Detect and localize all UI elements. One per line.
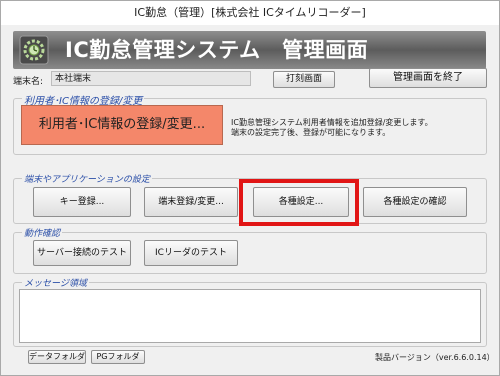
version-label: 製品バージョン（ver.6.6.0.14） xyxy=(375,353,495,362)
data-folder-button[interactable]: データフォルダ xyxy=(28,350,86,364)
punch-screen-button[interactable]: 打刻画面 xyxy=(273,71,335,88)
registration-description: IC勤怠管理システム利用者情報を追加登録/変更します。 端末の設定完了後、登録が… xyxy=(231,118,433,138)
message-area[interactable] xyxy=(19,289,481,343)
window-title: IC勤怠（管理）[株式会社 ICタイムリコーダー] xyxy=(1,1,499,25)
terminal-registration-button[interactable]: 端末登録/変更... xyxy=(144,187,238,217)
pg-folder-button[interactable]: PGフォルダ xyxy=(91,350,145,364)
confirm-settings-button[interactable]: 各種設定の確認 xyxy=(363,187,467,217)
message-group-legend: メッセージ領域 xyxy=(22,276,89,289)
registration-description-line1: IC勤怠管理システム利用者情報を追加登録/変更します。 xyxy=(231,118,433,127)
app-window: IC勤怠（管理）[株式会社 ICタイムリコーダー] IC勤怠管理システム 管理画… xyxy=(0,0,500,376)
check-group-legend: 動作確認 xyxy=(22,226,63,239)
highlight-box xyxy=(239,179,359,226)
ic-reader-test-button[interactable]: ICリーダのテスト xyxy=(144,240,238,266)
terminal-name-field: 本社端末 xyxy=(51,71,251,86)
settings-group-legend: 端末やアプリケーションの設定 xyxy=(22,172,152,185)
key-registration-button[interactable]: キー登録... xyxy=(33,187,131,217)
user-ic-registration-button[interactable]: 利用者･IC情報の登録/変更... xyxy=(21,105,223,145)
terminal-label: 端末名: xyxy=(13,77,44,87)
banner-title: IC勤怠管理システム 管理画面 xyxy=(65,38,369,62)
registration-description-line2: 端末の設定完了後、登録が可能になります。 xyxy=(231,128,391,137)
server-connection-test-button[interactable]: サーバー接続のテスト xyxy=(33,240,131,266)
exit-admin-button[interactable]: 管理画面を終了 xyxy=(369,68,487,88)
header-banner: IC勤怠管理システム 管理画面 xyxy=(13,31,486,69)
gear-clock-icon xyxy=(19,35,49,65)
